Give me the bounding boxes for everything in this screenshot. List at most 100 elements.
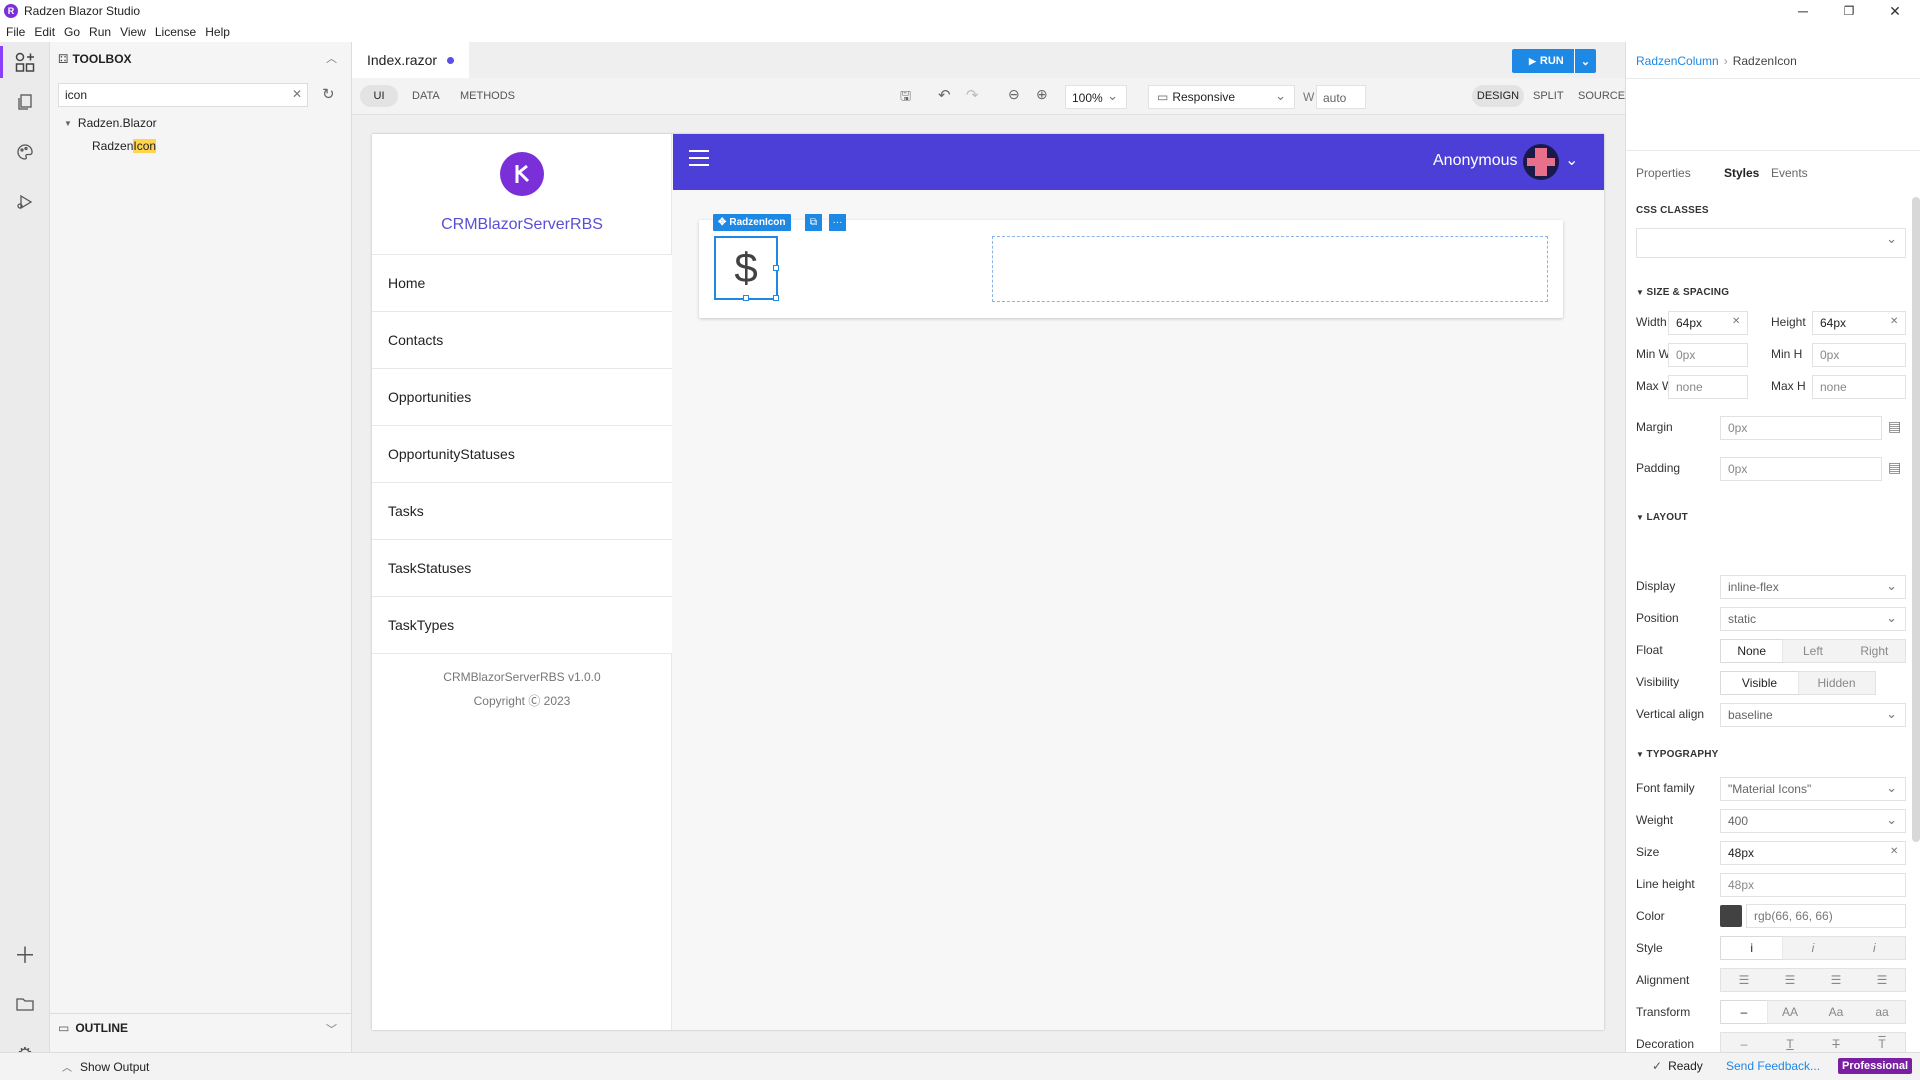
nav-contacts[interactable]: Contacts <box>372 312 672 369</box>
empty-column-dropzone[interactable] <box>992 236 1548 302</box>
nav-opportunities[interactable]: Opportunities <box>372 369 672 426</box>
transform-lowercase-option[interactable]: aa <box>1859 1001 1905 1023</box>
tab-styles[interactable]: Styles <box>1724 166 1759 180</box>
radzen-icon-dollar[interactable]: $ <box>714 236 778 300</box>
font-family-select[interactable]: "Material Icons" <box>1720 777 1906 801</box>
clear-width-icon[interactable]: ✕ <box>1732 316 1740 327</box>
clear-height-icon[interactable]: ✕ <box>1890 316 1898 327</box>
nav-home[interactable]: Home <box>372 255 672 312</box>
refresh-icon[interactable]: ↻ <box>322 85 335 103</box>
zoom-out-icon[interactable]: ⊖ <box>1008 86 1020 103</box>
align-right-icon[interactable]: ☰ <box>1813 969 1859 991</box>
display-select[interactable]: inline-flex <box>1720 575 1906 599</box>
position-select[interactable]: static <box>1720 607 1906 631</box>
color-swatch[interactable] <box>1720 905 1742 927</box>
float-none-option[interactable]: None <box>1721 640 1783 662</box>
decoration-none-option[interactable]: – <box>1721 1033 1767 1052</box>
redo-icon[interactable]: ↷ <box>966 86 979 104</box>
hamburger-menu-icon[interactable] <box>689 150 709 166</box>
color-input[interactable]: rgb(66, 66, 66) <box>1746 904 1906 928</box>
style-italic-option[interactable]: i <box>1782 937 1843 959</box>
clear-font-size-icon[interactable]: ✕ <box>1890 846 1898 857</box>
line-height-input[interactable]: 48px <box>1720 873 1906 897</box>
nav-opportunity-statuses[interactable]: OpportunityStatuses <box>372 426 672 483</box>
menu-file[interactable]: File <box>6 25 25 39</box>
close-button[interactable]: ✕ <box>1872 0 1918 22</box>
component-more-icon[interactable]: ··· <box>829 214 846 231</box>
align-left-icon[interactable]: ☰ <box>1721 969 1767 991</box>
decoration-linethrough-option[interactable]: T <box>1813 1033 1859 1052</box>
nav-task-statuses[interactable]: TaskStatuses <box>372 540 672 597</box>
style-normal-option[interactable]: i <box>1721 937 1783 959</box>
menu-edit[interactable]: Edit <box>34 25 55 39</box>
mode-split[interactable]: SPLIT <box>1533 90 1564 102</box>
width-input[interactable]: auto <box>1316 85 1366 109</box>
font-size-input[interactable]: 48px <box>1720 841 1906 865</box>
margin-expand-icon[interactable]: ▤ <box>1888 418 1901 435</box>
zoom-in-icon[interactable]: ⊕ <box>1036 86 1048 103</box>
padding-input[interactable]: 0px <box>1720 457 1882 481</box>
resize-handle-bottom[interactable] <box>743 295 749 301</box>
transform-none-option[interactable]: – <box>1721 1001 1767 1023</box>
run-button[interactable]: ▶ RUN ⌄ <box>1512 49 1596 73</box>
resize-handle-right[interactable] <box>773 265 779 271</box>
decoration-underline-option[interactable]: T <box>1767 1033 1813 1052</box>
padding-expand-icon[interactable]: ▤ <box>1888 459 1901 476</box>
align-center-icon[interactable]: ☰ <box>1767 969 1813 991</box>
outline-header[interactable]: ▭ OUTLINE <box>58 1021 128 1035</box>
visibility-visible-option[interactable]: Visible <box>1721 672 1798 694</box>
run-debug-icon[interactable] <box>0 182 50 222</box>
float-right-option[interactable]: Right <box>1844 640 1905 662</box>
float-left-option[interactable]: Left <box>1782 640 1843 662</box>
tab-data[interactable]: DATA <box>412 90 440 102</box>
menu-license[interactable]: License <box>155 25 196 39</box>
selected-component-tag[interactable]: ✥ RadzenIcon <box>713 214 791 231</box>
mode-source[interactable]: SOURCE <box>1578 90 1625 102</box>
menu-help[interactable]: Help <box>205 25 230 39</box>
toolbox-icon[interactable] <box>0 42 50 82</box>
send-feedback-link[interactable]: Send Feedback... <box>1726 1059 1820 1073</box>
user-name[interactable]: Anonymous <box>1433 152 1518 170</box>
menu-view[interactable]: View <box>120 25 146 39</box>
expand-outline-icon[interactable]: ﹀ <box>326 1021 337 1037</box>
margin-input[interactable]: 0px <box>1720 416 1882 440</box>
user-menu-chevron-icon[interactable]: ⌄ <box>1565 150 1578 170</box>
resize-handle-corner[interactable] <box>773 295 779 301</box>
css-classes-select[interactable] <box>1636 228 1906 258</box>
save-icon[interactable]: 🖫 <box>900 87 911 109</box>
collapse-toolbox-icon[interactable]: ︿ <box>326 50 337 66</box>
max-height-input[interactable]: none <box>1812 375 1906 399</box>
weight-select[interactable]: 400 <box>1720 809 1906 833</box>
menu-go[interactable]: Go <box>64 25 80 39</box>
typography-title[interactable]: ▼ TYPOGRAPHY <box>1636 749 1719 760</box>
tab-properties[interactable]: Properties <box>1636 166 1691 180</box>
min-height-input[interactable]: 0px <box>1812 343 1906 367</box>
tab-ui[interactable]: UI <box>360 85 398 107</box>
show-output-toggle[interactable]: ︿ Show Output <box>62 1059 149 1075</box>
tab-index-razor[interactable]: Index.razor <box>352 42 470 78</box>
toolbox-search-input[interactable]: icon <box>58 83 308 107</box>
style-oblique-option[interactable]: i <box>1844 937 1905 959</box>
tab-events[interactable]: Events <box>1771 166 1808 180</box>
undo-icon[interactable]: ↶ <box>938 86 951 104</box>
mode-design[interactable]: DESIGN <box>1472 85 1524 107</box>
tab-methods[interactable]: METHODS <box>460 90 515 102</box>
min-width-input[interactable]: 0px <box>1668 343 1748 367</box>
tree-item-radzen-icon[interactable]: Radzen Icon <box>92 139 157 153</box>
minimize-button[interactable]: ─ <box>1780 0 1826 22</box>
size-spacing-title[interactable]: ▼ SIZE & SPACING <box>1636 287 1729 298</box>
theme-palette-icon[interactable] <box>0 132 50 172</box>
properties-scrollbar[interactable] <box>1912 197 1920 842</box>
nav-task-types[interactable]: TaskTypes <box>372 597 672 654</box>
layout-title[interactable]: ▼ LAYOUT <box>1636 512 1688 523</box>
vertical-align-select[interactable]: baseline <box>1720 703 1906 727</box>
component-select-parent-icon[interactable]: ⧉ <box>805 214 822 231</box>
tree-group-radzen-blazor[interactable]: ▼ Radzen.Blazor <box>64 116 157 130</box>
run-dropdown-icon[interactable]: ⌄ <box>1574 49 1596 73</box>
zoom-select[interactable]: 100% <box>1065 85 1127 109</box>
files-icon[interactable] <box>0 82 50 122</box>
max-width-input[interactable]: none <box>1668 375 1748 399</box>
device-select[interactable]: ▭ Responsive <box>1148 85 1295 109</box>
user-avatar[interactable] <box>1523 144 1559 180</box>
decoration-overline-option[interactable]: T <box>1859 1033 1905 1052</box>
